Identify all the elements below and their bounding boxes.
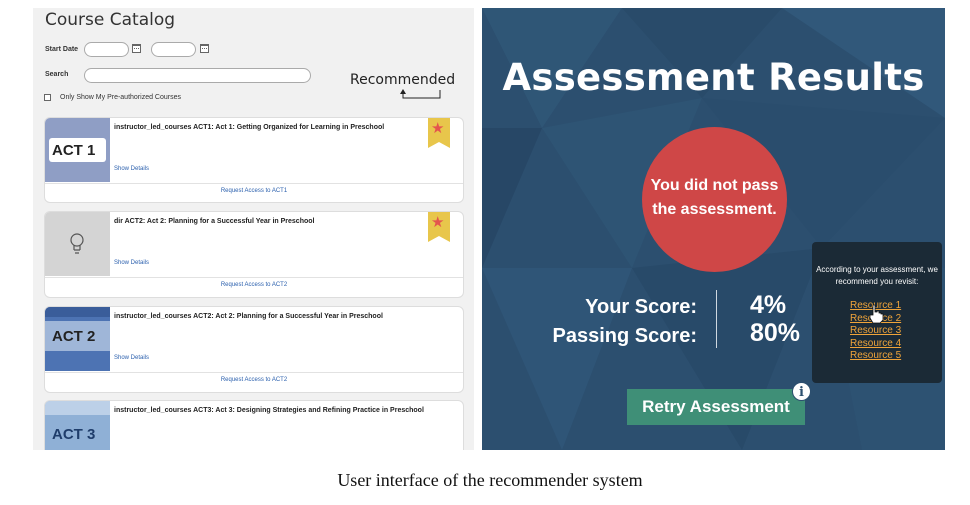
hand-pointer-icon <box>869 304 884 324</box>
request-access-link[interactable]: Request Access to ACT2 <box>45 377 463 383</box>
lightbulb-icon <box>70 233 84 254</box>
course-card: ACT 2 instructor_led_courses ACT2: Act 2… <box>44 306 464 393</box>
your-score-value: 4% <box>750 291 787 319</box>
course-title[interactable]: instructor_led_courses ACT3: Act 3: Desi… <box>114 407 424 414</box>
catalog-title: Course Catalog <box>45 10 176 30</box>
star-icon: ★ <box>431 214 445 231</box>
course-title[interactable]: instructor_led_courses ACT1: Act 1: Gett… <box>114 124 384 131</box>
thumbnail-label: ACT 3 <box>52 426 96 443</box>
recommended-ribbon: ★ <box>428 212 450 242</box>
passing-score-value: 80% <box>750 319 801 347</box>
show-details-link[interactable]: Show Details <box>114 355 149 361</box>
preauthorized-label: Only Show My Pre-authorized Courses <box>60 94 181 101</box>
search-label: Search <box>45 71 69 78</box>
fail-message: You did not pass the assessment. <box>650 177 779 218</box>
divider <box>45 372 463 373</box>
recommendation-intro: According to your assessment, we recomme… <box>816 265 938 286</box>
resource-link-4[interactable]: Resource 4 <box>850 338 901 349</box>
recommended-annotation: Recommended <box>350 72 456 88</box>
resource-link-5[interactable]: Resource 5 <box>850 350 901 361</box>
course-card: ACT 1 instructor_led_courses ACT1: Act 1… <box>44 117 464 203</box>
request-access-link[interactable]: Request Access to ACT1 <box>45 188 463 194</box>
recommended-ribbon: ★ <box>428 118 450 148</box>
course-card: ACT 3 instructor_led_courses ACT3: Act 3… <box>44 400 464 450</box>
show-details-link[interactable]: Show Details <box>114 166 149 172</box>
calendar-icon[interactable] <box>200 44 209 53</box>
divider <box>45 277 463 278</box>
start-date-to-input[interactable] <box>151 42 196 57</box>
recommendation-panel: According to your assessment, we recomme… <box>812 242 942 383</box>
course-thumbnail: ACT 1 <box>45 118 110 182</box>
page-title: Assessment Results <box>502 56 925 99</box>
divider <box>45 183 463 184</box>
assessment-results-panel: Assessment Results You did not pass the … <box>482 8 945 450</box>
info-icon[interactable]: i <box>792 382 811 401</box>
course-thumbnail: ACT 3 <box>45 401 110 450</box>
retry-assessment-button[interactable]: Retry Assessment <box>627 389 805 425</box>
resource-link-3[interactable]: Resource 3 <box>850 325 901 336</box>
your-score-label: Your Score: <box>585 296 697 318</box>
course-thumbnail <box>45 212 110 276</box>
result-status-circle: You did not pass the assessment. <box>642 127 787 272</box>
score-divider <box>716 290 717 348</box>
start-date-label: Start Date <box>45 46 79 53</box>
thumbnail-label: ACT 1 <box>52 142 96 159</box>
request-access-link[interactable]: Request Access to ACT2 <box>45 282 463 288</box>
star-icon: ★ <box>431 120 445 137</box>
passing-score-label: Passing Score: <box>552 325 697 347</box>
calendar-icon[interactable] <box>132 44 141 53</box>
start-date-from-input[interactable] <box>84 42 129 57</box>
show-details-link[interactable]: Show Details <box>114 260 149 266</box>
course-title[interactable]: dir ACT2: Act 2: Planning for a Successf… <box>114 218 314 225</box>
course-thumbnail: ACT 2 <box>45 307 110 371</box>
course-title[interactable]: instructor_led_courses ACT2: Act 2: Plan… <box>114 313 383 320</box>
course-catalog-panel: Course Catalog Start Date Search Only Sh… <box>33 8 474 450</box>
preauthorized-checkbox[interactable] <box>44 94 51 101</box>
thumbnail-label: ACT 2 <box>52 328 96 345</box>
search-input[interactable] <box>84 68 311 83</box>
figure-caption: User interface of the recommender system <box>337 470 643 490</box>
course-card: dir ACT2: Act 2: Planning for a Successf… <box>44 211 464 298</box>
